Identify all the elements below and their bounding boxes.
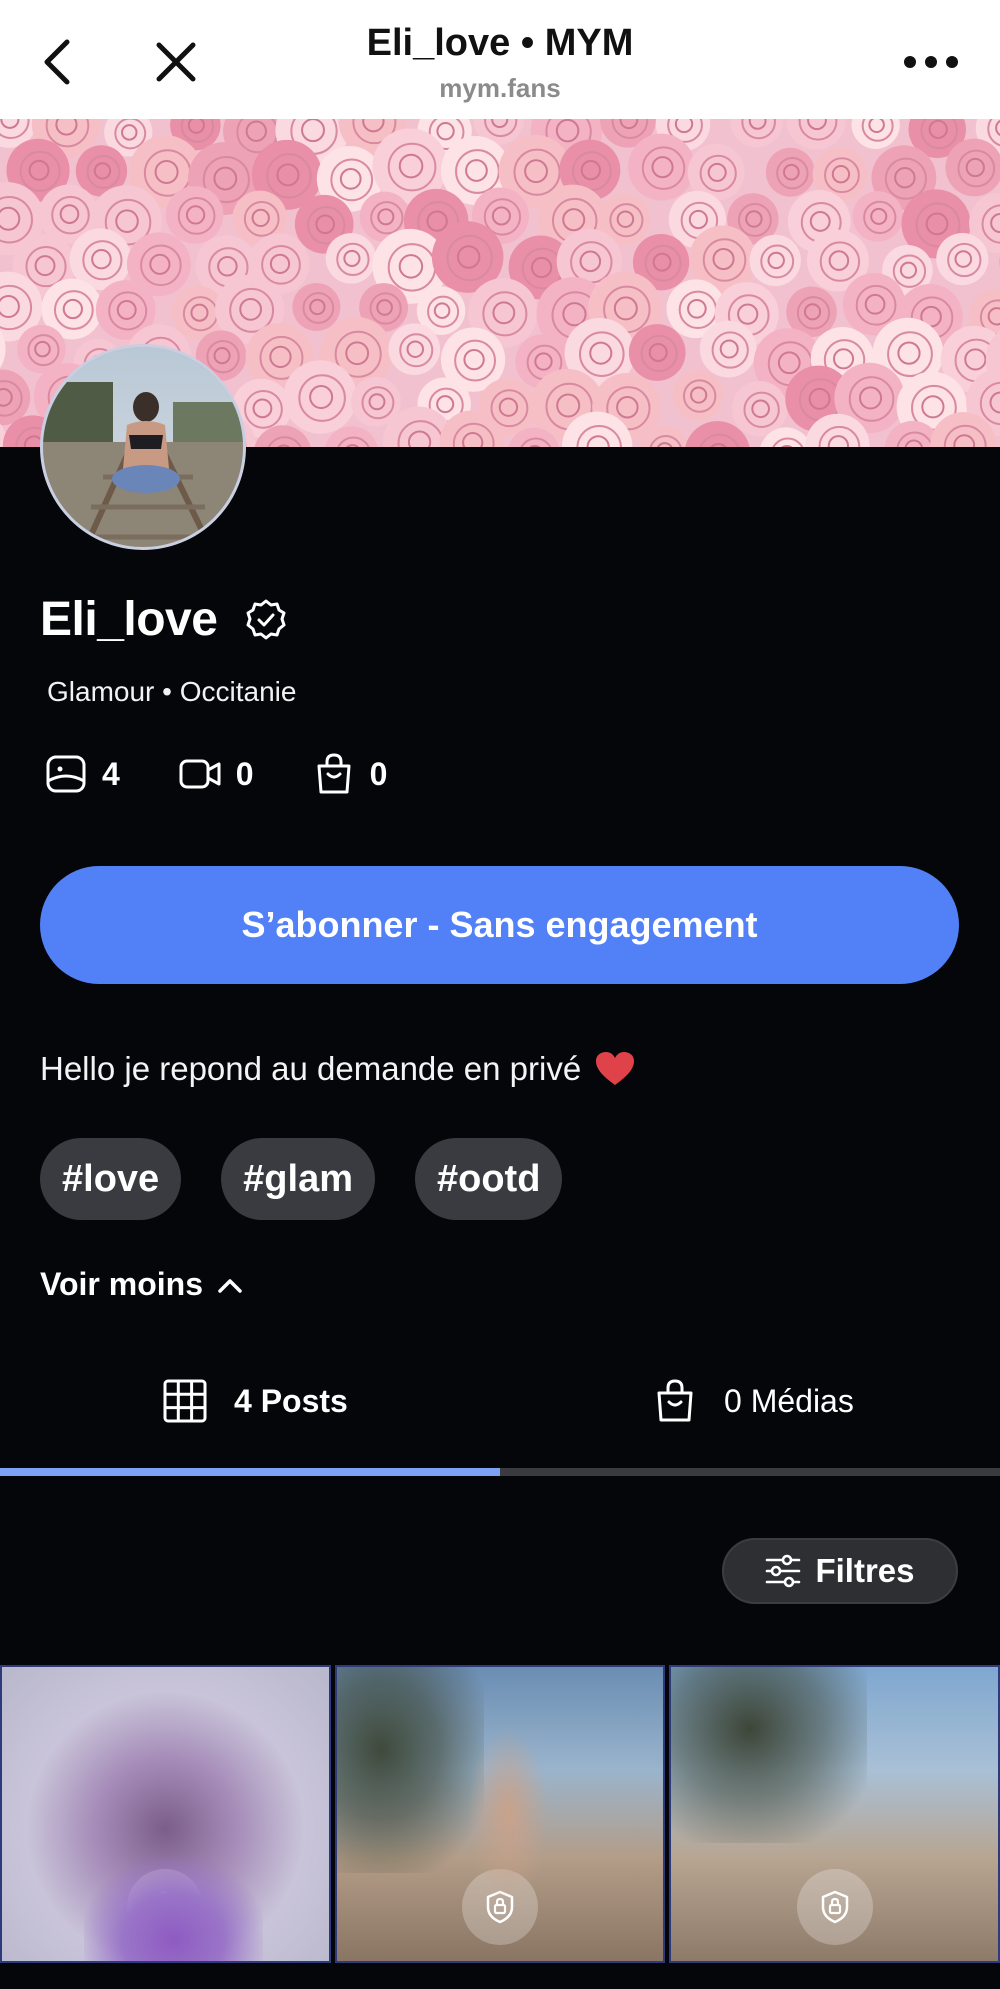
rose-shape [165,186,224,244]
profile-category-location: Glamour • Occitanie [47,676,297,707]
profile-name-row: Eli_love [40,592,289,647]
hashtag-chip[interactable]: #glam [221,1138,375,1220]
rose-shape [765,147,815,197]
photo-frame-icon [44,752,88,796]
more-button[interactable] [896,40,966,84]
show-less-toggle[interactable]: Voir moins [40,1266,243,1303]
rose-shape [628,324,686,381]
stat-purchases-count: 0 [369,755,388,792]
show-less-label: Voir moins [40,1266,203,1302]
page-title: Eli_love • MYM [366,22,634,64]
rose-shape [851,119,900,149]
lock-icon [462,1869,538,1945]
profile-page: Eli_love • MYM mym.fans Eli_love Glamour… [0,0,1000,1989]
profile-bio: Hello je repond au demande en privé [40,1050,635,1088]
tab-medias[interactable]: 0 Médias [650,1346,854,1456]
tab-posts[interactable]: 4 Posts [160,1346,348,1456]
content-tabs: 4 Posts 0 Médias [0,1346,1000,1476]
locked-post-thumbnail[interactable] [0,1665,331,1963]
red-heart-icon [595,1051,635,1087]
more-dots-icon [904,56,958,68]
avatar-photo [43,347,243,547]
rose-shape [786,119,846,150]
tab-posts-label: 4 Posts [234,1382,348,1419]
rose-shape [292,282,341,331]
rose-shape [388,323,441,376]
lock-icon [127,1869,204,1945]
rose-shape [628,133,696,201]
stat-photos: 4 [44,752,120,796]
filters-button[interactable]: Filtres [722,1538,958,1604]
subscribe-button[interactable]: S’abonner - Sans engagement [40,866,959,984]
rose-shape [672,369,724,421]
rose-shape [731,381,788,437]
page-url: mym.fans [439,73,561,103]
stat-photos-count: 4 [102,755,120,792]
tab-medias-label: 0 Médias [724,1382,854,1419]
sliders-icon [766,1554,801,1588]
posts-grid [0,1665,1000,1965]
locked-post-thumbnail[interactable] [669,1665,1000,1963]
rose-shape [749,234,801,287]
rose-shape [325,233,377,284]
rose-shape [283,360,357,434]
hashtag-chip[interactable]: #ootd [415,1138,563,1220]
profile-stats: 4 0 0 [44,752,445,796]
verified-badge-icon [243,597,289,643]
hashtag-chip[interactable]: #love [40,1138,182,1220]
chevron-up-icon [218,1278,242,1293]
rose-shape [699,320,757,378]
top-bar: Eli_love • MYM mym.fans [0,0,1000,119]
stat-purchases: 0 [312,752,388,796]
profile-bio-text: Hello je repond au demande en privé [40,1050,582,1087]
stat-videos: 0 [178,752,254,796]
video-camera-icon [178,752,222,796]
rose-shape [852,191,903,242]
filters-label: Filtres [815,1552,915,1589]
rose-shape [936,232,989,286]
shopping-bag-icon [312,752,356,796]
profile-name: Eli_love [40,593,218,646]
tab-indicator-active [0,1468,500,1476]
stat-videos-count: 0 [235,755,254,792]
grid-icon [160,1376,210,1426]
hashtag-list: #love #glam #ootd [40,1138,563,1220]
lock-icon [796,1869,873,1945]
rose-shape [730,119,783,148]
shopping-bag-icon [650,1376,700,1426]
locked-post-thumbnail[interactable] [334,1665,666,1963]
tab-indicator-track [0,1468,1000,1476]
avatar[interactable] [40,344,246,550]
